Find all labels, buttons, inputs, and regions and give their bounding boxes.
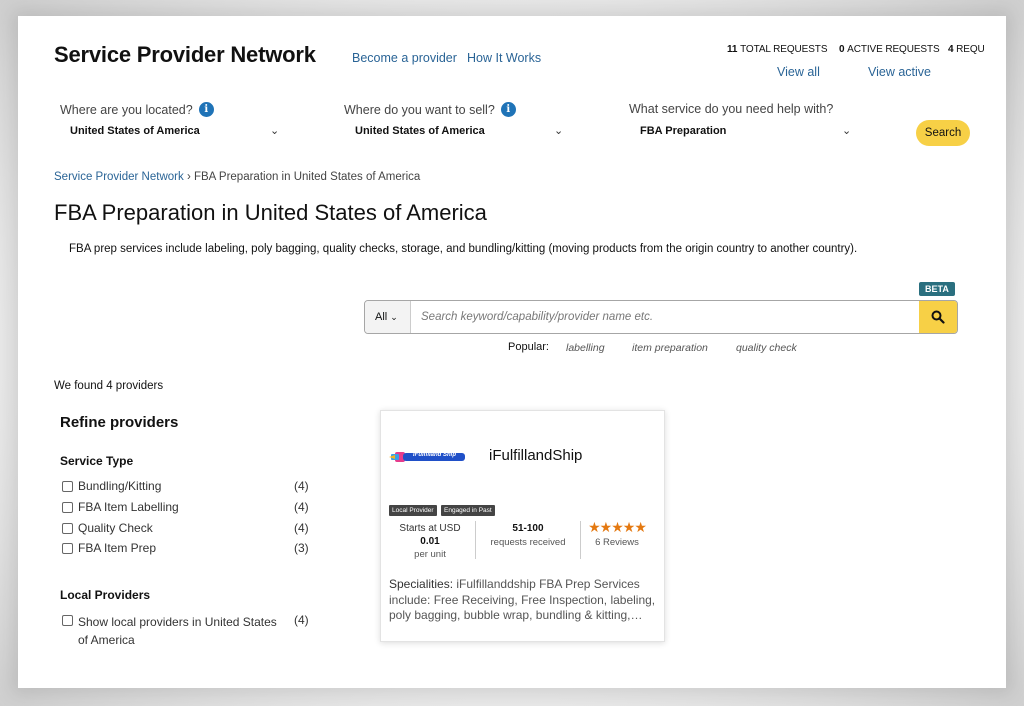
service-label-text: What service do you need help with? (629, 102, 834, 116)
filter-count: (4) (294, 521, 309, 535)
filter-label: FBA Item Labelling (78, 500, 179, 514)
checkbox[interactable] (62, 543, 73, 554)
filter-label: Quality Check (78, 521, 153, 535)
filter-option[interactable]: FBA Item Labelling (62, 500, 179, 514)
price-prefix: Starts at USD (399, 523, 461, 534)
search-button[interactable]: Search (916, 120, 970, 146)
filter-count: (4) (294, 613, 309, 627)
star-icon: ★ (634, 519, 647, 535)
info-icon[interactable]: i (198, 102, 214, 117)
chevron-down-icon[interactable]: ⌄ (554, 124, 563, 137)
beta-badge: BETA (919, 282, 955, 296)
popular-term-quality-check[interactable]: quality check (736, 342, 797, 354)
local-provider-tag: Local Provider (389, 505, 437, 516)
local-providers-heading: Local Providers (60, 588, 151, 602)
search-input[interactable]: Search keyword/capability/provider name … (421, 301, 653, 333)
info-icon[interactable]: i (500, 102, 516, 117)
sell-location-select[interactable]: United States of America (355, 125, 485, 137)
requests-stat: 51-100 requests received (483, 523, 573, 548)
engaged-tag: Engaged in Past (441, 505, 495, 516)
filter-count: (3) (294, 541, 309, 555)
breadcrumb-separator: › (186, 171, 191, 183)
provider-card[interactable]: iFulfilland Ship iFulfillandShip Local P… (380, 410, 665, 642)
rating-stat: ★★★★★ 6 Reviews (583, 519, 651, 548)
provider-specialities: Specialities: iFulfillanddship FBA Prep … (389, 577, 657, 624)
filter-label-line1: Show local providers in United States (78, 615, 277, 629)
active-requests: 0 ACTIVE REQUESTS (839, 44, 940, 55)
other-requests: 4 REQU (948, 44, 985, 55)
filter-count: (4) (294, 479, 309, 493)
search-icon (931, 310, 945, 324)
checkbox[interactable] (62, 481, 73, 492)
filter-label-line2: of America (78, 633, 135, 647)
filter-label: Show local providers in United States of… (78, 613, 277, 649)
checkbox[interactable] (62, 502, 73, 513)
divider (475, 521, 476, 559)
price-value: 0.01 (420, 536, 440, 547)
provider-logo-text: iFulfilland Ship (413, 452, 456, 458)
view-all-link[interactable]: View all (777, 65, 820, 79)
refine-title: Refine providers (60, 414, 179, 431)
service-type-heading: Service Type (60, 454, 134, 468)
provider-search-bar: All ⌄ Search keyword/capability/provider… (364, 300, 958, 334)
breadcrumb-root-link[interactable]: Service Provider Network (54, 171, 184, 183)
checkbox[interactable] (62, 615, 73, 626)
page: Service Provider Network Become a provid… (18, 16, 1006, 688)
search-category-select[interactable]: All ⌄ (365, 301, 411, 333)
star-icon: ★ (599, 519, 613, 535)
filter-label: Bundling/Kitting (78, 479, 162, 493)
filter-option-local[interactable]: Show local providers in United States of… (62, 613, 277, 649)
page-description: FBA prep services include labeling, poly… (69, 243, 858, 255)
chevron-down-icon[interactable]: ⌄ (270, 124, 279, 137)
price-unit: per unit (414, 549, 446, 560)
location-select[interactable]: United States of America (70, 125, 200, 137)
star-rating: ★★★★★ (583, 519, 651, 536)
location-label-text: Where are you located? (60, 102, 193, 117)
view-active-link[interactable]: View active (868, 65, 931, 79)
breadcrumb-current: FBA Preparation in United States of Amer… (193, 171, 421, 183)
page-title: FBA Preparation in United States of Amer… (54, 200, 487, 225)
requests-label: requests received (490, 537, 566, 548)
brand-title[interactable]: Service Provider Network (54, 42, 316, 68)
breadcrumb: Service Provider Network › FBA Preparati… (54, 171, 420, 183)
star-icon: ★ (611, 519, 624, 535)
total-requests: 11 TOTAL REQUESTS (727, 44, 828, 55)
requests-value: 51-100 (512, 523, 544, 534)
popular-term-labelling[interactable]: labelling (566, 342, 605, 354)
reviews-link[interactable]: 6 Reviews (583, 537, 651, 548)
sell-location-label: Where do you want to sell? i (344, 102, 516, 117)
sell-location-label-text: Where do you want to sell? (344, 102, 495, 117)
price-stat: Starts at USD 0.01 per unit (395, 523, 465, 560)
chevron-down-icon: ⌄ (390, 312, 398, 322)
service-label: What service do you need help with? (629, 102, 833, 116)
filter-option[interactable]: Bundling/Kitting (62, 479, 161, 493)
search-submit-button[interactable] (919, 301, 957, 333)
location-label: Where are you located? i (60, 102, 214, 117)
popular-label: Popular: (508, 341, 549, 353)
checkbox[interactable] (62, 523, 73, 534)
service-select[interactable]: FBA Preparation (640, 125, 726, 137)
search-category-value: All (375, 311, 388, 323)
filter-option[interactable]: FBA Item Prep (62, 541, 156, 555)
filter-option[interactable]: Quality Check (62, 521, 153, 535)
divider (580, 521, 581, 559)
popular-term-item-preparation[interactable]: item preparation (632, 342, 708, 354)
how-it-works-link[interactable]: How It Works (467, 51, 541, 65)
become-provider-link[interactable]: Become a provider (352, 51, 457, 65)
specialities-label: Specialities: (389, 577, 454, 591)
provider-logo: iFulfilland Ship (389, 449, 473, 465)
provider-name[interactable]: iFulfillandShip (489, 447, 582, 464)
filter-count: (4) (294, 500, 309, 514)
chevron-down-icon[interactable]: ⌄ (842, 124, 851, 137)
star-icon: ★ (588, 519, 601, 535)
results-count: We found 4 providers (54, 380, 164, 392)
filter-label: FBA Item Prep (78, 541, 157, 555)
star-icon: ★ (622, 519, 636, 535)
